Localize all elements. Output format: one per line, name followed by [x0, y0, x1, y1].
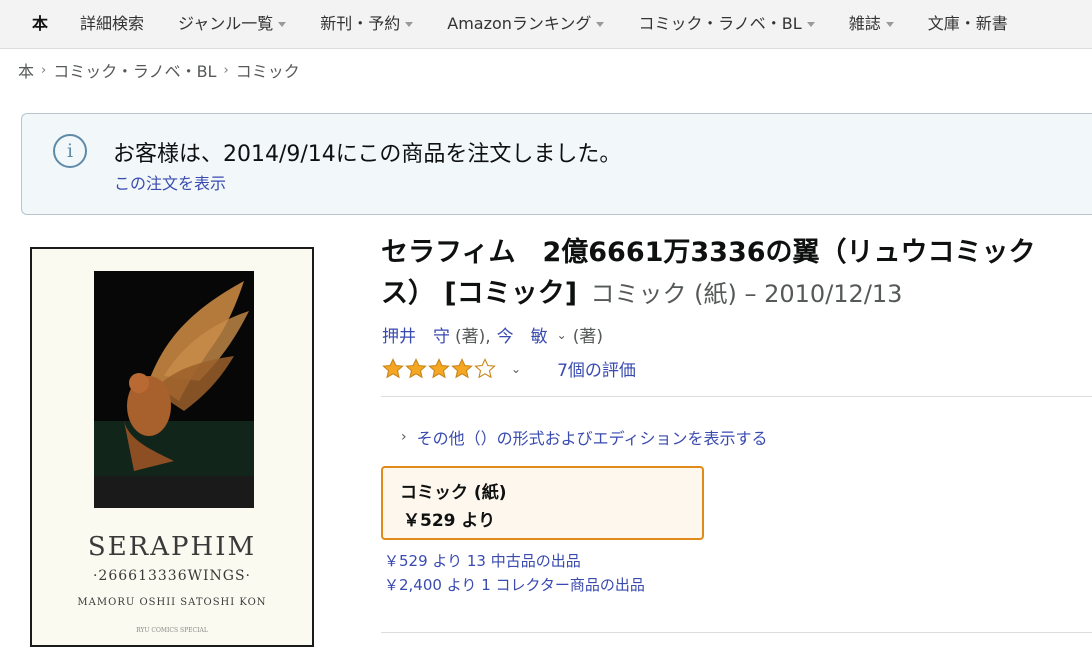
info-icon: i: [53, 134, 87, 168]
nav-item-3[interactable]: 新刊・予約: [303, 0, 430, 48]
rating-count-link[interactable]: 7個の評価: [557, 356, 636, 381]
breadcrumb-separator-icon: ›: [223, 62, 229, 78]
cover-title: SERAPHIM: [87, 532, 257, 562]
product-title: セラフィム 2億6661万3336の翼（リュウコミックス） [コミック] コミッ…: [381, 232, 1081, 315]
cover-artwork: [94, 271, 254, 508]
book-cover-image[interactable]: SERAPHIM ·266613336WINGS· MAMORU OSHII S…: [30, 247, 314, 647]
product-format-date: コミック (紙) – 2010/12/13: [590, 280, 903, 308]
collector-offers-link[interactable]: 1 コレクター商品の出品: [481, 576, 645, 594]
star-filled-icon: [428, 357, 450, 378]
order-notice-message: お客様は、2014/9/14にこの商品を注文しました。: [113, 142, 622, 167]
format-option-comic[interactable]: コミック (紙) ￥529 より: [381, 466, 704, 540]
winged-figure-illustration: [94, 271, 254, 508]
author-link-kon[interactable]: 今 敏: [497, 322, 548, 347]
star-rating[interactable]: [382, 357, 497, 380]
view-order-link[interactable]: この注文を表示: [114, 170, 226, 194]
top-nav: 本 詳細検索 ジャンル一覧 新刊・予約 Amazonランキング コミック・ラノベ・BL 雑誌…: [0, 0, 1092, 49]
cover-imprint: RYU COMICS SPECIAL: [136, 627, 208, 634]
star-filled-icon: [405, 357, 427, 378]
nav-item-7[interactable]: 文庫・新書: [911, 0, 1025, 48]
used-offers-line: ￥529 より 13 中古品の出品: [384, 550, 581, 571]
nav-item-1[interactable]: 詳細検索: [63, 0, 161, 48]
nav-item-label: 文庫・新書: [927, 14, 1008, 33]
caret-down-icon: [806, 21, 815, 27]
breadcrumb-item[interactable]: コミック・ラノベ・BL: [53, 58, 216, 82]
author-role: (著): [572, 327, 603, 347]
caret-down-icon: [885, 21, 894, 27]
chevron-right-icon: ›: [401, 429, 407, 445]
collector-offer-price[interactable]: ￥2,400 より: [384, 576, 476, 594]
caret-down-icon: [596, 21, 605, 27]
star-empty-icon: [474, 357, 496, 378]
nav-item-label: Amazonランキング: [447, 14, 592, 33]
divider: [381, 396, 1092, 397]
nav-item-5[interactable]: コミック・ラノベ・BL: [621, 0, 831, 48]
nav-item-2[interactable]: ジャンル一覧: [161, 0, 303, 48]
used-offers-link[interactable]: 13 中古品の出品: [467, 552, 581, 570]
nav-item-4[interactable]: Amazonランキング: [430, 0, 621, 48]
collector-offers-line: ￥2,400 より 1 コレクター商品の出品: [384, 574, 645, 595]
breadcrumb-item[interactable]: コミック: [236, 58, 300, 82]
cover-authors: MAMORU OSHII SATOSHI KON: [77, 597, 267, 608]
order-notice: i お客様は、2014/9/14にこの商品を注文しました。 この注文を表示: [21, 113, 1092, 215]
caret-down-icon: [405, 21, 414, 27]
nav-item-label: コミック・ラノベ・BL: [638, 14, 802, 33]
format-price: ￥529 より: [403, 511, 496, 531]
nav-item-label: 本: [32, 14, 49, 33]
rating-row: ⌄ 7個の評価: [382, 356, 636, 381]
breadcrumb-item[interactable]: 本: [18, 58, 34, 82]
nav-item-label: 新刊・予約: [320, 14, 401, 33]
star-filled-icon: [451, 357, 473, 378]
used-offer-price[interactable]: ￥529 より: [384, 552, 462, 570]
divider: [381, 632, 1092, 633]
breadcrumb-separator-icon: ›: [41, 62, 47, 78]
chevron-down-icon[interactable]: ⌄: [557, 328, 567, 342]
chevron-down-icon[interactable]: ⌄: [511, 362, 521, 376]
caret-down-icon: [278, 21, 287, 27]
nav-item-label: 雑誌: [848, 14, 881, 33]
star-filled-icon: [382, 357, 404, 378]
nav-item-label: 詳細検索: [80, 14, 145, 33]
nav-item-6[interactable]: 雑誌: [832, 0, 911, 48]
author-link-oshii[interactable]: 押井 守: [382, 322, 450, 347]
cover-subtitle: ·266613336WINGS·: [92, 568, 251, 584]
other-formats-link[interactable]: その他（）の形式およびエディションを表示する: [417, 425, 768, 449]
breadcrumb: 本 › コミック・ラノベ・BL › コミック: [18, 58, 300, 82]
format-name: コミック (紙): [400, 483, 507, 503]
other-formats-toggle[interactable]: › その他（）の形式およびエディションを表示する: [401, 425, 768, 449]
byline: 押井 守 (著), 今 敏 ⌄ (著): [382, 322, 603, 347]
nav-item-label: ジャンル一覧: [178, 14, 274, 33]
author-role: (著),: [455, 327, 491, 347]
nav-item-0[interactable]: 本: [0, 0, 63, 48]
